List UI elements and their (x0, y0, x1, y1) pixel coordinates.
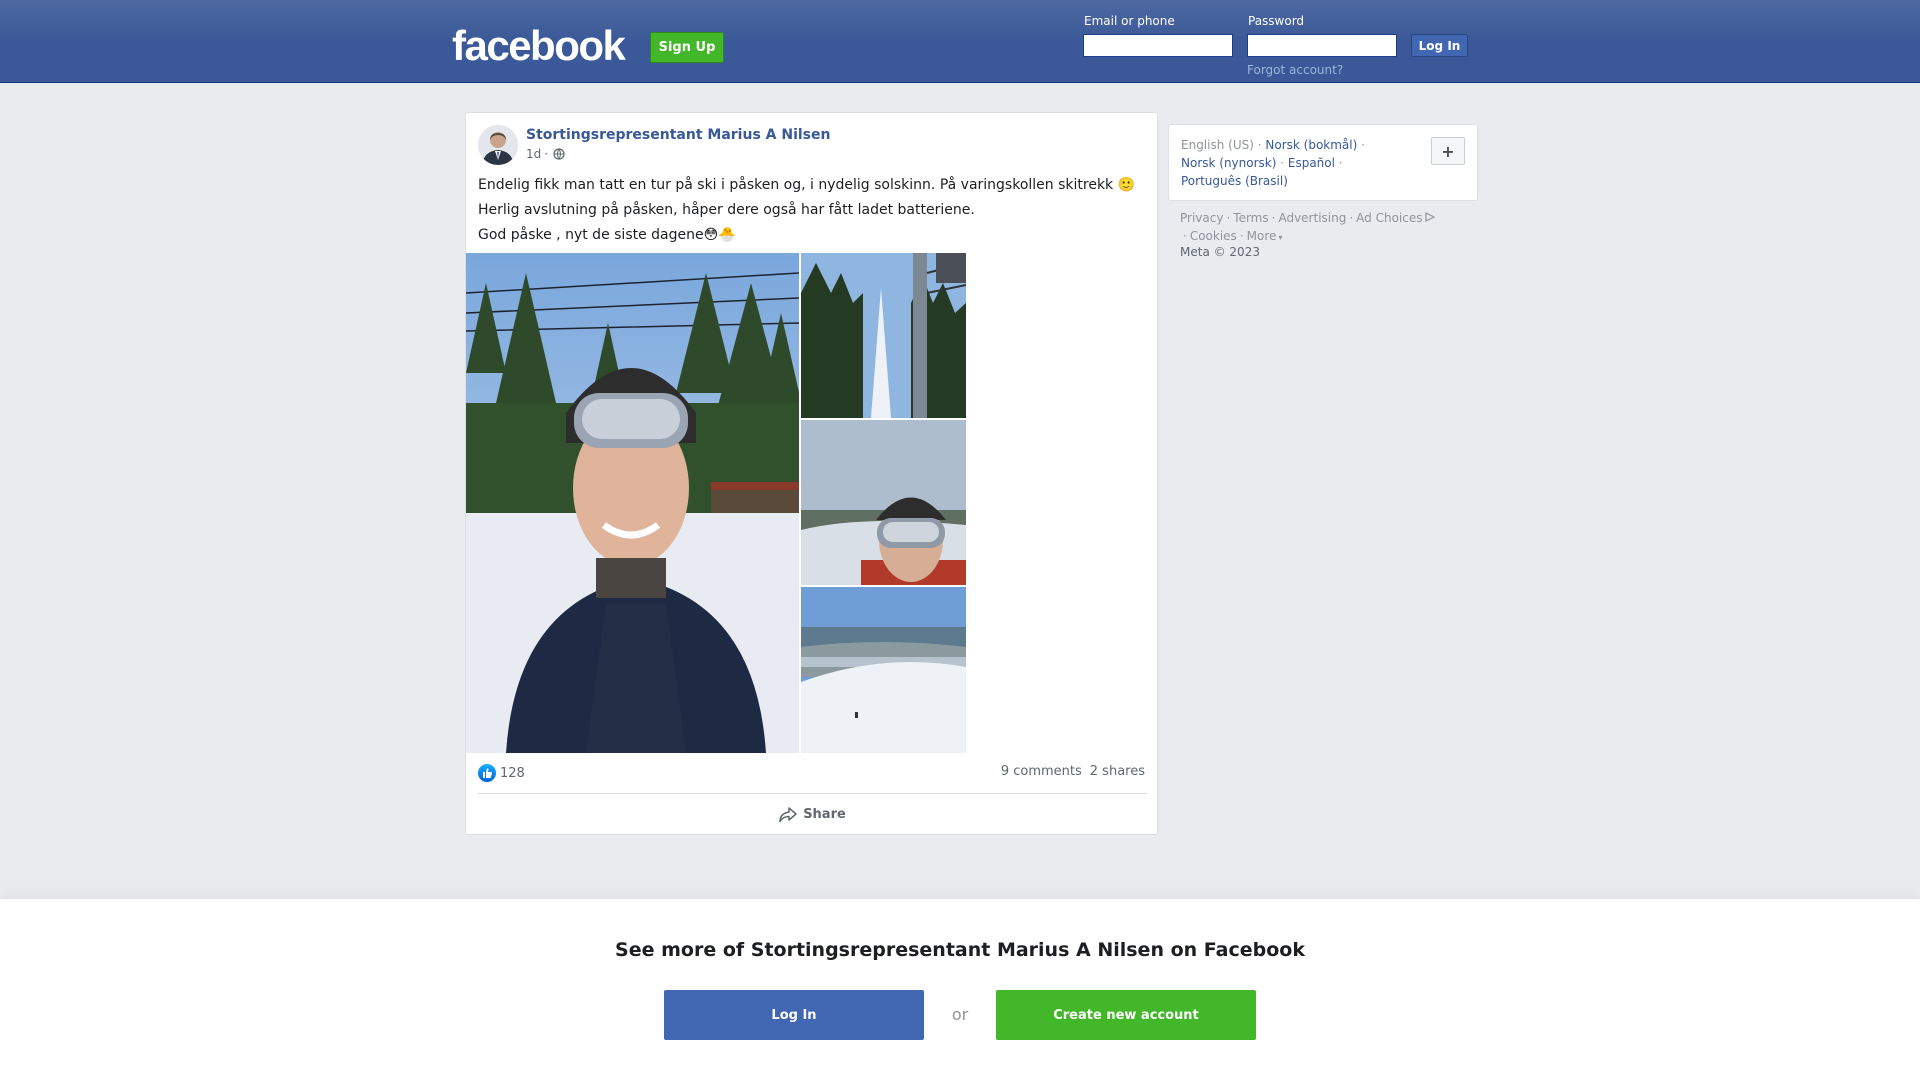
advertising-link[interactable]: Advertising (1278, 211, 1346, 225)
likes-count: 128 (500, 765, 525, 781)
password-input[interactable] (1247, 34, 1397, 57)
ad-choices-icon (1424, 209, 1435, 227)
login-prompt-banner: See more of Stortingsrepresentant Marius… (0, 899, 1920, 1080)
avatar[interactable] (478, 125, 518, 165)
ad-choices-link[interactable]: Ad Choices (1356, 211, 1422, 225)
share-label: Share (803, 807, 846, 822)
or-label: or (951, 1005, 969, 1024)
more-link[interactable]: More (1247, 229, 1277, 243)
banner-title: See more of Stortingsrepresentant Marius… (615, 939, 1305, 961)
copyright: Meta © 2023 (1180, 245, 1260, 259)
engagement-counts: 9 comments 2 shares (1001, 764, 1145, 779)
meta-separator: · (544, 147, 549, 161)
post-text: Endelig fikk man tatt en tur på ski i på… (478, 173, 1148, 248)
globe-icon (553, 148, 565, 160)
top-bar: facebook Sign Up Email or phone Password… (0, 0, 1920, 83)
post-time[interactable]: 1d (526, 147, 541, 161)
language-link[interactable]: Português (Brasil) (1181, 174, 1288, 188)
comments-count[interactable]: 9 comments (1001, 764, 1082, 779)
terms-link[interactable]: Terms (1233, 211, 1268, 225)
chevron-down-icon: ▾ (1278, 233, 1283, 242)
language-link[interactable]: Norsk (nynorsk) (1181, 156, 1276, 170)
language-link[interactable]: Español (1288, 156, 1335, 170)
share-button[interactable]: Share (466, 794, 1159, 835)
post-text-line: Endelig fikk man tatt en tur på ski i på… (478, 177, 1136, 193)
post-text-line: Herlig avslutning på påsken, håper dere … (478, 202, 975, 218)
photo-main-selfie[interactable] (466, 253, 799, 753)
forgot-account-link[interactable]: Forgot account? (1247, 63, 1343, 77)
privacy-link[interactable]: Privacy (1180, 211, 1223, 225)
facebook-logo[interactable]: facebook (452, 24, 626, 68)
shares-count[interactable]: 2 shares (1090, 764, 1145, 779)
language-current: English (US) (1181, 138, 1254, 152)
photo-grid (466, 253, 966, 753)
post-card: Stortingsrepresentant Marius A Nilsen 1d… (465, 112, 1158, 835)
language-selector: English (US) · Norsk (bokmål) · Norsk (n… (1168, 124, 1478, 201)
language-link[interactable]: Norsk (bokmål) (1265, 138, 1357, 152)
share-icon (779, 806, 797, 823)
password-label: Password (1248, 14, 1305, 28)
like-reaction-icon (478, 764, 496, 782)
header-login-button[interactable]: Log In (1411, 34, 1468, 57)
photo-valley-view[interactable] (801, 587, 966, 753)
more-languages-button[interactable]: + (1431, 137, 1465, 165)
cookies-link[interactable]: Cookies (1190, 229, 1237, 243)
create-account-button[interactable]: Create new account (996, 990, 1256, 1040)
footer-links: Privacy · Terms · Advertising · Ad Choices · Co… (1180, 209, 1470, 247)
post-author-name[interactable]: Stortingsrepresentant Marius A Nilsen (526, 127, 830, 143)
email-input[interactable] (1083, 34, 1233, 57)
email-label: Email or phone (1084, 14, 1175, 28)
post-meta: 1d · (526, 147, 565, 161)
reactions-summary[interactable]: 128 (478, 764, 525, 782)
post-text-line: God påske , nyt de siste dagene😳🐣 (478, 227, 736, 243)
photo-goggles-selfie[interactable] (801, 420, 966, 585)
photo-ski-lift[interactable] (801, 253, 966, 418)
sign-up-button[interactable]: Sign Up (650, 32, 724, 63)
banner-login-button[interactable]: Log In (664, 990, 924, 1040)
